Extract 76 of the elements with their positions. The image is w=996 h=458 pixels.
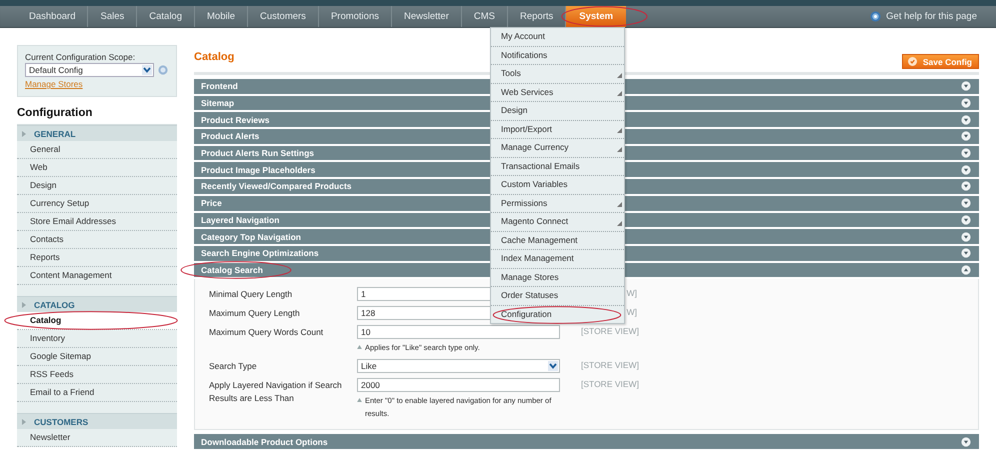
menu-item[interactable]: Permissions: [491, 194, 624, 213]
select-field[interactable]: Like: [357, 359, 560, 374]
field-label: Maximum Query Words Count: [209, 326, 324, 340]
sidebar-item[interactable]: Newsletter: [17, 429, 177, 447]
toggle-icon: [961, 264, 971, 275]
nav-tab[interactable]: Sales: [88, 6, 138, 27]
note-arrow-icon: [357, 398, 362, 402]
page-title: Catalog: [194, 51, 234, 63]
sidebar-item[interactable]: Web: [17, 159, 177, 177]
nav-tab[interactable]: Catalog: [137, 6, 195, 27]
scope-label: [STORE VIEW]: [581, 325, 637, 336]
menu-item[interactable]: Web Services: [491, 84, 624, 102]
menu-item[interactable]: Manage Currency: [491, 139, 624, 158]
nav-tab[interactable]: Mobile: [195, 6, 248, 27]
toggle-icon: [961, 436, 971, 447]
menu-item[interactable]: Import/Export: [491, 120, 624, 139]
menu-item[interactable]: Design: [491, 102, 624, 120]
toggle-icon: [961, 232, 971, 242]
field-label: Maximum Query Length: [209, 307, 301, 320]
scope-label: W]: [626, 306, 637, 318]
menu-item[interactable]: Configuration: [491, 306, 624, 323]
menu-item[interactable]: Index Management: [491, 250, 624, 268]
field-label: Minimal Query Length: [209, 288, 294, 302]
nav-tab[interactable]: Customers: [248, 6, 319, 27]
caret-icon: [142, 65, 152, 75]
toggle-icon: [961, 198, 971, 208]
toggle-icon: [961, 164, 971, 175]
menu-item[interactable]: Manage Stores: [491, 268, 624, 287]
section-header[interactable]: Downloadable Product Options: [194, 434, 979, 451]
menu-item[interactable]: Cache Management: [491, 232, 624, 250]
menu-item[interactable]: Custom Variables: [491, 176, 624, 194]
scope-label: W]: [626, 287, 637, 298]
group-header[interactable]: GENERAL: [17, 125, 177, 141]
note-arrow-icon: [357, 345, 362, 350]
sidebar-item[interactable]: RSS Feeds: [17, 366, 177, 384]
toggle-icon: [961, 98, 971, 108]
caret-icon: [548, 361, 558, 372]
sidebar-item[interactable]: Design: [17, 177, 177, 195]
scope-label: [STORE VIEW]: [581, 378, 637, 390]
toggle-icon: [961, 81, 971, 92]
toggle-icon: [961, 248, 971, 258]
menu-item[interactable]: Transactional Emails: [491, 158, 624, 176]
nav-tab[interactable]: Dashboard: [17, 6, 88, 27]
scope-select[interactable]: Default Config: [25, 63, 154, 77]
group-header[interactable]: CATALOG: [17, 296, 177, 312]
group-header[interactable]: CUSTOMERS: [17, 413, 177, 429]
menu-item[interactable]: Tools: [491, 65, 624, 84]
sidebar-item[interactable]: Store Email Addresses: [17, 213, 177, 231]
sidebar-item[interactable]: Contacts: [17, 231, 177, 249]
scope-label: [STORE VIEW]: [581, 359, 637, 370]
menu-item[interactable]: My Account: [491, 28, 624, 46]
toggle-icon: [961, 214, 971, 225]
sidebar-item[interactable]: Google Sitemap: [17, 348, 177, 366]
sidebar-item[interactable]: Content Management: [17, 267, 177, 285]
text-field[interactable]: 2000: [357, 378, 560, 392]
menu-item[interactable]: Magento Connect: [491, 213, 624, 232]
field-label: Apply Layered Navigation if Search Results are Less Than: [209, 379, 343, 406]
nav-tab[interactable]: Promotions: [318, 6, 392, 27]
nav-tab[interactable]: Newsletter: [392, 6, 462, 27]
field-label: Search Type: [209, 360, 258, 374]
menu-item[interactable]: Order Statuses: [491, 287, 624, 306]
sidebar-item[interactable]: Email to a Friend: [17, 384, 177, 402]
help-link[interactable]: Get help for this page: [886, 11, 977, 22]
sidebar-item[interactable]: General: [17, 141, 177, 159]
sidebar-item[interactable]: Currency Setup: [17, 195, 177, 213]
menu-item[interactable]: Notifications: [491, 46, 624, 65]
text-field[interactable]: 10: [357, 325, 560, 340]
sidebar-item[interactable]: Reports: [17, 249, 177, 267]
check-icon: [908, 57, 917, 66]
scope-label: Current Configuration Scope:: [25, 52, 136, 62]
toggle-icon: [961, 131, 971, 142]
help-icon[interactable]: [870, 11, 882, 22]
toggle-icon: [961, 181, 971, 192]
sidebar-item[interactable]: Inventory: [17, 330, 177, 348]
toggle-icon: [961, 114, 971, 125]
toggle-icon: [961, 148, 971, 158]
